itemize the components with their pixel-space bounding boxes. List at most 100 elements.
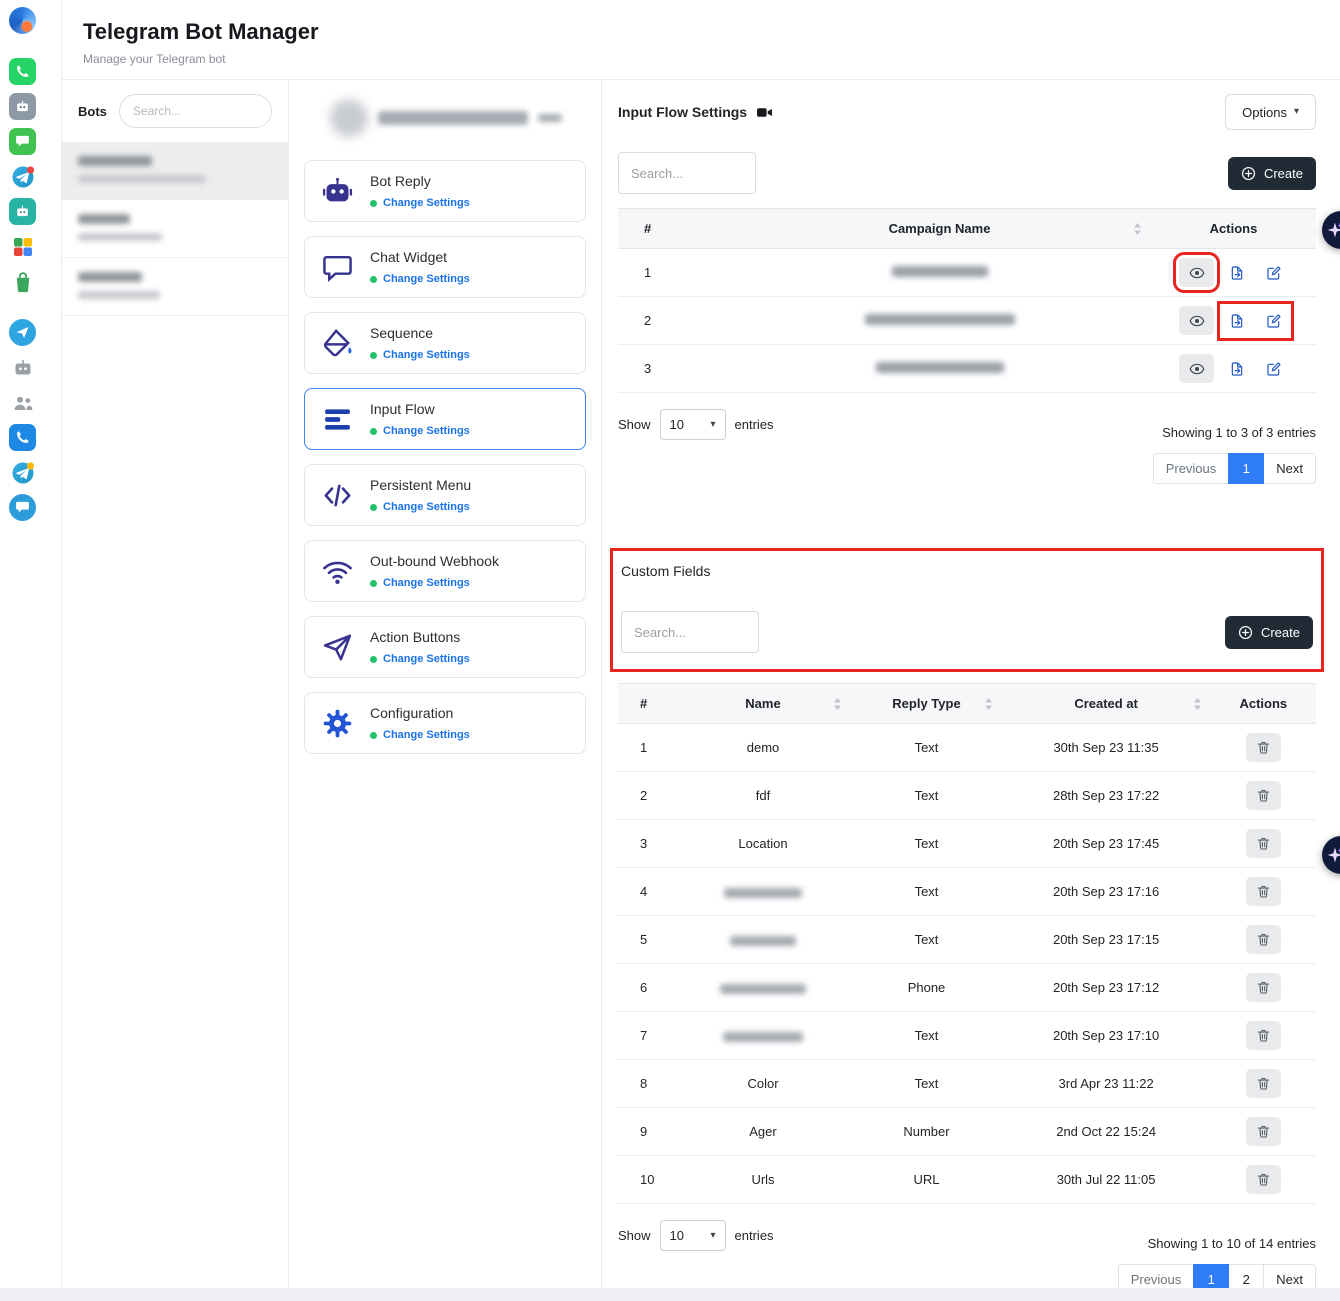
settings-card-action-buttons[interactable]: Action Buttons Change Settings: [304, 616, 586, 678]
change-settings-link[interactable]: Change Settings: [383, 425, 470, 437]
create-custom-field-button[interactable]: Create: [1225, 616, 1313, 649]
bot-platform-icon[interactable]: [9, 93, 36, 120]
delete-button[interactable]: [1246, 781, 1281, 810]
change-settings-link[interactable]: Change Settings: [383, 501, 470, 513]
entries-per-page-select[interactable]: 10 ▾: [660, 1220, 726, 1251]
page-subtitle: Manage your Telegram bot: [83, 52, 1316, 66]
action-buttons-icon: [317, 627, 357, 667]
telegram-marketing-icon[interactable]: [9, 163, 36, 190]
settings-card-bot-reply[interactable]: Bot Reply Change Settings: [304, 160, 586, 222]
redacted-field-name: [675, 868, 852, 916]
field-reply-type: Text: [851, 772, 1001, 820]
redacted-campaign-name: [728, 297, 1151, 345]
delete-button[interactable]: [1246, 829, 1281, 858]
previous-page-button[interactable]: Previous: [1153, 453, 1230, 484]
edit-button[interactable]: [1260, 307, 1288, 335]
export-button[interactable]: [1223, 355, 1251, 383]
settings-card-sequence[interactable]: Sequence Change Settings: [304, 312, 586, 374]
change-settings-link[interactable]: Change Settings: [383, 653, 470, 665]
custom-fields-search-input[interactable]: [621, 611, 759, 653]
column-header-actions: Actions: [1211, 684, 1316, 724]
whatsapp-chat-icon[interactable]: [9, 128, 36, 155]
change-settings-link[interactable]: Change Settings: [383, 729, 470, 741]
status-dot: [370, 580, 377, 587]
delete-button[interactable]: [1246, 925, 1281, 954]
livechat-icon[interactable]: [9, 494, 36, 521]
delete-button[interactable]: [1246, 1021, 1281, 1050]
redacted-text: [876, 362, 1004, 373]
view-button[interactable]: [1179, 258, 1214, 287]
bot-list-item[interactable]: [62, 258, 288, 316]
delete-button[interactable]: [1246, 1117, 1281, 1146]
delete-button[interactable]: [1246, 877, 1281, 906]
field-name: Color: [675, 1060, 852, 1108]
robot-icon[interactable]: [9, 354, 36, 381]
settings-card-persistent-menu[interactable]: Persistent Menu Change Settings: [304, 464, 586, 526]
options-button[interactable]: Options ▾: [1225, 94, 1316, 130]
edit-button[interactable]: [1260, 355, 1288, 383]
sort-icon[interactable]: [833, 697, 842, 710]
settings-card-configuration[interactable]: Configuration Change Settings: [304, 692, 586, 754]
telegram-campaign-icon[interactable]: [9, 459, 36, 486]
field-created-at: 20th Sep 23 17:15: [1002, 916, 1211, 964]
delete-button[interactable]: [1246, 1069, 1281, 1098]
entries-per-page-select[interactable]: 10 ▾: [660, 409, 726, 440]
field-created-at: 30th Sep 23 11:35: [1002, 724, 1211, 772]
community-icon[interactable]: [9, 389, 36, 416]
change-settings-link[interactable]: Change Settings: [383, 273, 470, 285]
bot-list: [62, 142, 288, 316]
export-button[interactable]: [1223, 259, 1251, 287]
settings-card-webhook[interactable]: Out-bound Webhook Change Settings: [304, 540, 586, 602]
view-button[interactable]: [1179, 354, 1214, 383]
settings-card-chat-widget[interactable]: Chat Widget Change Settings: [304, 236, 586, 298]
row-index: 4: [618, 868, 675, 916]
field-reply-type: Text: [851, 1012, 1001, 1060]
redacted-text: [723, 1032, 803, 1042]
delete-button[interactable]: [1246, 1165, 1281, 1194]
bot-list-item[interactable]: [62, 200, 288, 258]
main-content: Input Flow Settings Options ▾: [602, 80, 1340, 1288]
field-actions: [1211, 772, 1316, 820]
change-settings-link[interactable]: Change Settings: [383, 349, 470, 361]
change-settings-link[interactable]: Change Settings: [383, 197, 470, 209]
custom-field-row: 5 Text 20th Sep 23 17:15: [618, 916, 1316, 964]
field-actions: [1211, 1108, 1316, 1156]
view-button[interactable]: [1179, 306, 1214, 335]
row-index: 7: [618, 1012, 675, 1060]
create-campaign-button[interactable]: Create: [1228, 157, 1316, 190]
sms-icon[interactable]: [9, 424, 36, 451]
bots-search-input[interactable]: [119, 94, 272, 128]
sort-icon[interactable]: [1193, 697, 1202, 710]
export-button[interactable]: [1223, 307, 1251, 335]
app-logo-icon[interactable]: [9, 7, 36, 34]
redacted-bot-name: [78, 214, 130, 224]
column-header-name[interactable]: Name: [675, 684, 852, 724]
custom-field-row: 6 Phone 20th Sep 23 17:12: [618, 964, 1316, 1012]
column-header-created-at[interactable]: Created at: [1002, 684, 1211, 724]
settings-card-input-flow[interactable]: Input Flow Change Settings: [304, 388, 586, 450]
custom-field-row: 3 Location Text 20th Sep 23 17:45: [618, 820, 1316, 868]
column-header-campaign-name[interactable]: Campaign Name: [728, 209, 1151, 249]
change-settings-link[interactable]: Change Settings: [383, 577, 470, 589]
settings-card-title: Out-bound Webhook: [370, 553, 499, 569]
plus-circle-icon: [1241, 166, 1256, 181]
redacted-field-name: [675, 1012, 852, 1060]
delete-button[interactable]: [1246, 733, 1281, 762]
telegram-icon[interactable]: [9, 319, 36, 346]
whatsapp-icon[interactable]: [9, 58, 36, 85]
next-page-button[interactable]: Next: [1263, 453, 1316, 484]
redacted-field-name: [675, 964, 852, 1012]
integrations-icon[interactable]: [9, 233, 36, 260]
campaigns-search-input[interactable]: [618, 152, 756, 194]
caret-down-icon: ▾: [1294, 107, 1299, 117]
bot-list-item[interactable]: [62, 142, 288, 200]
column-header-reply-type[interactable]: Reply Type: [851, 684, 1001, 724]
sort-icon[interactable]: [984, 697, 993, 710]
sort-icon[interactable]: [1133, 222, 1142, 235]
delete-button[interactable]: [1246, 973, 1281, 1002]
chatbot-icon[interactable]: [9, 198, 36, 225]
ecommerce-icon[interactable]: [9, 268, 36, 295]
page-button-1[interactable]: 1: [1228, 453, 1264, 484]
edit-button[interactable]: [1260, 259, 1288, 287]
redacted-bot-name: [78, 272, 142, 282]
